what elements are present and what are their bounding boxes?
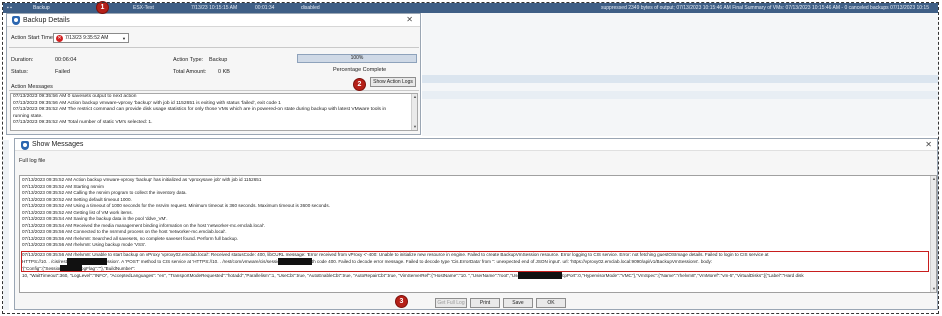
print-button[interactable]: Print [470,298,500,308]
log-line: 07/13/2023 09:35:52 AM Action backup vmw… [22,177,262,182]
row-summary: suppressed 2349 bytes of output; 07/13/2… [601,5,929,11]
close-icon[interactable]: ✕ [406,15,413,24]
log-line: 07/13/2023 09:30:52 AM Setting default t… [22,197,132,202]
scroll-up-icon[interactable]: ▲ [412,94,417,100]
backup-details-dialog: Backup Details ✕ Action Start Time: ✕ 7/… [6,13,421,135]
row-item-1: Backup [33,5,50,11]
row-state: disabled [301,5,320,11]
total-amount-value: 0 KB [218,69,230,75]
log-line: 07/13/2023 09:35:54 AM Saving the backup… [22,216,168,221]
background-row [422,75,938,83]
error-log-line: 07/13/2023 09:35:56 AM rhelvm8: Unable t… [22,252,769,257]
backup-details-titlebar[interactable]: Backup Details ✕ [7,14,420,27]
action-messages-list[interactable]: 07/13/2023 09:35:56 AM 0 savesets output… [10,93,418,131]
total-amount-label: Total Amount: [173,69,207,75]
step-badge-1: 1 [96,1,109,14]
status-value: Failed [55,69,70,75]
show-messages-title: Show Messages [32,141,84,148]
chevron-down-icon: ▼ [122,36,126,41]
row-duration: 00:01:34 [255,5,275,11]
step-badge-3: 3 [395,295,408,308]
scroll-up-icon[interactable]: ▲ [931,176,936,182]
log-text-area[interactable]: 07/13/2023 09:35:52 AM Action backup vmw… [19,175,937,293]
close-icon[interactable]: ✕ [925,140,932,149]
show-messages-titlebar[interactable]: Show Messages ✕ [15,139,937,151]
progress-bar: 100% [297,54,417,63]
error-icon: ✕ [56,34,63,42]
log-line: 10, "WaitTimeout":360, "LogLevel":"INFO"… [22,273,804,278]
action-start-time-value: 7/13/23 9:35:52 AM [65,35,109,41]
save-label: Save [512,300,524,306]
print-label: Print [479,300,491,306]
scroll-down-icon[interactable]: ▼ [412,124,417,130]
show-action-logs-button[interactable]: Show Action Logs [370,77,416,87]
background-status-row[interactable]: ▪ ▪ Backup ESX-Test 7/13/23 10:15:15 AM … [3,3,938,13]
row-timestamp: 7/13/23 10:15:15 AM [191,5,238,11]
duration-value: 00:06:04 [55,57,77,63]
row-item-2: ESX-Test [133,5,154,11]
action-type-value: Backup [209,57,228,63]
ok-button[interactable]: OK [536,298,566,308]
log-line: 07/13/2023 09:35:52 AM Calling the nsrvi… [22,190,187,195]
log-line: 07/13/2023 09:35:56 AM Connected to the … [22,229,227,234]
full-log-label: Full log file [19,158,46,164]
action-type-label: Action Type: [173,57,204,63]
ok-label: OK [547,300,555,306]
step-badge-2: 2 [353,78,366,91]
list-item: 07/13/2023 09:35:52 AM Total number of s… [13,120,153,125]
save-button[interactable]: Save [503,298,533,308]
redaction-bar [67,258,107,265]
log-line: 07/13/2023 09:35:52 AM Using a timeout o… [22,203,330,208]
log-line: 07/13/2023 09:35:56 AM rhelvm8: Using ba… [22,242,147,247]
scroll-down-icon[interactable]: ▼ [931,286,936,292]
list-item: 07/13/2023 09:35:52 AM The restrict comm… [13,107,387,112]
log-line: 07/13/2023 09:35:52 AM Getting list of V… [22,210,133,215]
show-messages-dialog: Show Messages ✕ Full log file 07/13/2023… [14,138,938,310]
duration-label: Duration: [11,57,34,63]
background-pane [422,13,938,136]
vertical-scrollbar[interactable]: ▲ ▼ [411,94,417,130]
row-icons: ▪ ▪ [7,5,12,11]
background-edge [3,140,9,310]
redaction-bar [278,258,312,265]
redaction-bar [60,265,82,271]
action-start-time-label: Action Start Time: [11,35,55,41]
log-line: 07/13/2023 09:35:54 AM Received the medi… [22,223,266,228]
background-row [422,91,938,99]
status-label: Status: [11,69,29,75]
get-full-log-button[interactable]: Get Full Log [435,298,467,308]
progress-text: 100% [350,55,364,61]
log-line: 07/13/2023 09:35:56 AM rhelvm8: Searched… [22,236,239,241]
show-action-logs-label: Show Action Logs [373,79,413,85]
get-full-log-label: Get Full Log [437,300,465,306]
redaction-bar [518,272,562,279]
action-start-time-select[interactable]: ✕ 7/13/23 9:35:52 AM ▼ [53,33,129,43]
log-line: 07/13/2023 09:35:52 AM Starting nsrvim [22,184,104,189]
app-shield-icon [21,141,29,150]
backup-details-title: Backup Details [23,17,70,24]
vertical-scrollbar[interactable]: ▲ ▼ [930,176,936,292]
percentage-complete-label: Percentage Complete [333,67,387,73]
app-shield-icon [12,16,20,25]
error-log-line: HTTPS://10. . /cis/rest/com/vmware/cis/s… [22,259,713,264]
divider [9,47,419,48]
